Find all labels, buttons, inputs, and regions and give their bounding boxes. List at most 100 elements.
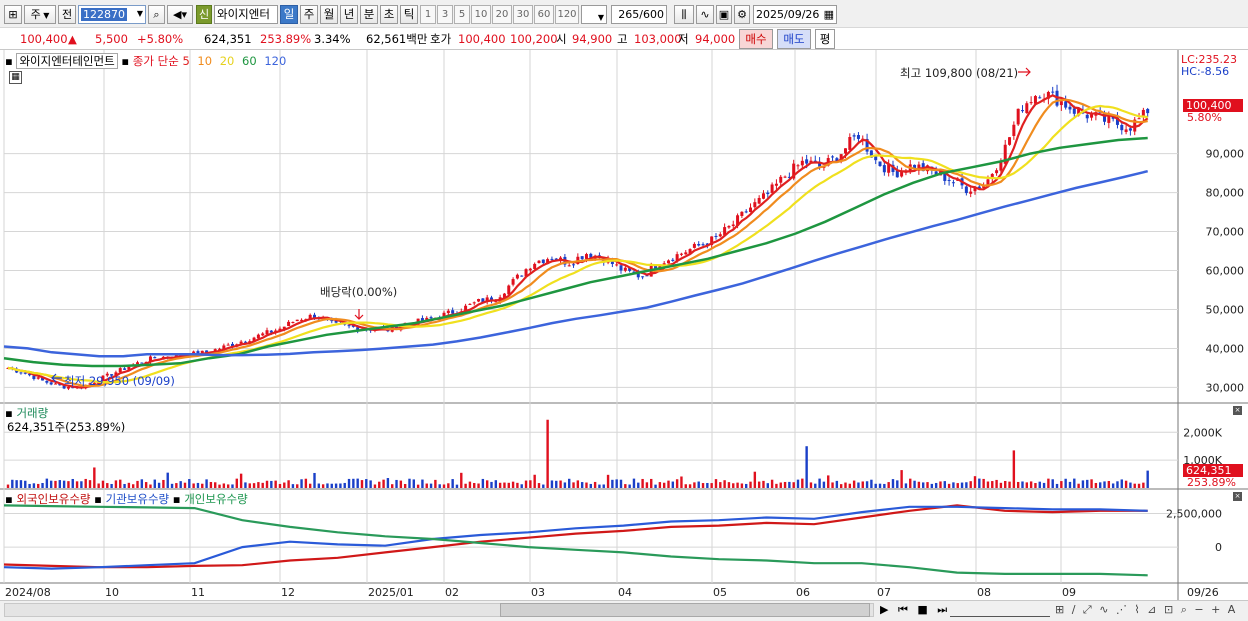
volume-bar xyxy=(214,482,217,488)
scrollbar-thumb[interactable] xyxy=(500,603,870,617)
chart-canvas[interactable]: 30,000 40,000 50,000 60,000 70,000 80,000 90,0… xyxy=(0,50,1248,600)
volume-bar xyxy=(680,476,683,488)
count-field[interactable]: 265/600 xyxy=(611,5,667,24)
candle-body xyxy=(766,192,770,195)
x-tick-label: 04 xyxy=(618,586,632,599)
volume-bar xyxy=(1055,483,1059,488)
x-tick-label: 2025/01 xyxy=(368,586,414,599)
period-type-select[interactable]: 주 ▼ xyxy=(24,5,56,24)
candle-body xyxy=(770,184,774,193)
date-field[interactable]: 2025/09/26 ▦ xyxy=(753,5,837,24)
layout-icon[interactable]: ⊞ xyxy=(4,5,22,24)
candle-body xyxy=(1059,101,1063,106)
stock-legend[interactable]: 와이지엔터테인먼트 xyxy=(16,53,118,69)
volume-bar xyxy=(555,480,558,488)
volume-bar xyxy=(507,482,510,488)
tab-month[interactable]: 월 xyxy=(320,5,338,24)
tab-tick[interactable]: 틱 xyxy=(400,5,418,24)
drawing-tools[interactable]: ⊞ ∕ ⤢ ∿ ⋰ ⌇ ⊿ ⊡ ⌕ − + A xyxy=(1055,603,1237,617)
tab-second[interactable]: 초 xyxy=(380,5,398,24)
custom-interval-select[interactable]: ▼ xyxy=(581,5,607,24)
sound-icon[interactable]: ◀▾ xyxy=(167,5,193,24)
ma120-label[interactable]: 120 xyxy=(264,54,286,68)
interval-10-button[interactable]: 10 xyxy=(471,5,491,24)
close-icon[interactable]: × xyxy=(1233,406,1242,415)
x-tick-label: 11 xyxy=(191,586,205,599)
volume-bar xyxy=(805,446,808,488)
candle-body xyxy=(477,299,481,302)
ma20-label[interactable]: 20 xyxy=(220,54,235,68)
volume-bar xyxy=(157,482,161,488)
search-icon[interactable]: ⌕ xyxy=(148,5,165,24)
volume-bar xyxy=(75,481,79,488)
interval-20-button[interactable]: 20 xyxy=(492,5,512,24)
institution-holding-label[interactable]: 기관보유수량 xyxy=(106,492,169,506)
tab-day[interactable]: 일 xyxy=(280,5,298,24)
interval-1-button[interactable]: 1 xyxy=(420,5,436,24)
tab-minute[interactable]: 분 xyxy=(360,5,378,24)
zoom-slider[interactable] xyxy=(950,603,1050,617)
volume-bar xyxy=(54,480,57,488)
volume-bar xyxy=(870,479,873,488)
volume-bar xyxy=(576,480,580,488)
volume-bar xyxy=(796,479,800,488)
candle-body xyxy=(23,372,27,374)
hoga-label: 호가 xyxy=(430,32,452,46)
tab-week[interactable]: 주 xyxy=(300,5,318,24)
buy-button[interactable]: 매수 xyxy=(739,29,773,49)
sell-button[interactable]: 매도 xyxy=(777,29,811,49)
interval-120-button[interactable]: 120 xyxy=(555,5,579,24)
candle-body xyxy=(528,268,532,271)
interval-3-button[interactable]: 3 xyxy=(437,5,453,24)
average-button[interactable]: 평 xyxy=(815,29,835,49)
volume-bar xyxy=(347,478,351,488)
ma-title[interactable]: 종가 단순 xyxy=(133,54,179,68)
volume-bar xyxy=(529,480,532,488)
gear-icon[interactable]: ⚙ xyxy=(734,5,750,24)
tab-year[interactable]: 년 xyxy=(340,5,358,24)
volume-bar xyxy=(606,474,610,488)
volume-bar xyxy=(278,483,282,488)
volume-bar xyxy=(317,483,321,488)
scroll-nav-buttons[interactable]: ▶ ⏮ ■ ⏭ xyxy=(880,603,950,617)
volume-bar xyxy=(88,480,92,488)
x-tick-label: 09 xyxy=(1062,586,1076,599)
volume-bar xyxy=(110,483,113,488)
candle-body xyxy=(701,244,705,246)
interval-60-button[interactable]: 60 xyxy=(534,5,554,24)
foreign-holding-label[interactable]: 외국인보유수량 xyxy=(16,492,90,506)
calendar-icon[interactable]: ▦ xyxy=(824,6,834,23)
prev-button[interactable]: 전 xyxy=(58,5,76,24)
chevron-down-icon: ▼ xyxy=(40,11,50,20)
individual-holding-label[interactable]: 개인보유수량 xyxy=(184,492,247,506)
candle-body xyxy=(118,368,122,373)
volume-bar xyxy=(770,479,774,488)
volume-bar xyxy=(775,483,778,488)
candle-body xyxy=(882,165,886,173)
volume-bar xyxy=(1094,482,1098,488)
volume-title[interactable]: 거래량 xyxy=(16,406,48,420)
table-icon[interactable]: ▦ xyxy=(9,71,22,84)
candle-body xyxy=(796,165,800,167)
ma10-label[interactable]: 10 xyxy=(197,54,212,68)
candle-body xyxy=(468,303,472,305)
volume-bar xyxy=(1047,478,1050,488)
interval-30-button[interactable]: 30 xyxy=(513,5,533,24)
close-icon[interactable]: × xyxy=(1233,492,1242,501)
volume-bar xyxy=(283,482,286,488)
indicator-icon[interactable]: ∿ xyxy=(696,5,714,24)
stock-code-input[interactable]: 122870 ▼ xyxy=(78,5,146,24)
candle-body xyxy=(848,137,852,150)
save-icon[interactable]: ▣ xyxy=(716,5,732,24)
interval-5-button[interactable]: 5 xyxy=(454,5,470,24)
bullet-icon: ▪ xyxy=(5,54,13,68)
ma60-label[interactable]: 60 xyxy=(242,54,257,68)
volume-bar xyxy=(637,482,640,488)
candle-body xyxy=(856,135,860,139)
candle-icon[interactable]: ⫼ xyxy=(674,5,694,24)
open-label: 시 xyxy=(556,32,567,46)
candle-body xyxy=(964,186,968,194)
holding-legend: ▪ 외국인보유수량 ▪ 기관보유수량 ▪ 개인보유수량 xyxy=(5,491,248,507)
ma5-label[interactable]: 5 xyxy=(182,54,189,68)
stock-name-field[interactable]: 와이지엔터 xyxy=(214,5,278,24)
